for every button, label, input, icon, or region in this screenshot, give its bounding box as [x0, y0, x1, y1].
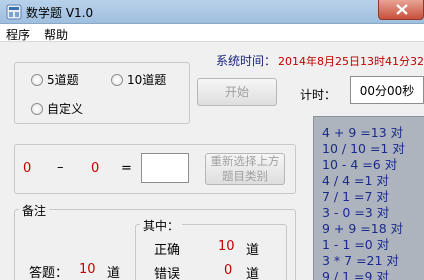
system-time-value: 2014年8月25日13时41分32秒 [278, 55, 424, 68]
operand-2: 0 [91, 161, 100, 176]
radio-label: 10道题 [127, 73, 167, 87]
answer-input[interactable] [141, 153, 189, 183]
radio-circle [31, 102, 43, 115]
radio-custom[interactable]: 自定义 [31, 100, 83, 117]
timer-value: 00分00秒 [359, 83, 415, 98]
system-time-label: 系统时间： [216, 54, 277, 68]
question-group: 0 – 0 = 重新选择上方题目类别 [14, 144, 296, 194]
wrong-unit: 道 [246, 267, 260, 280]
title-bar: 数学题 V1.0 [0, 0, 424, 24]
close-button[interactable] [378, 0, 424, 20]
operand-1: 0 [23, 161, 32, 176]
total-label: 答题： [29, 266, 69, 280]
menu-bar: 程序 帮助 [0, 24, 424, 42]
radio-5-questions[interactable]: 5道题 [31, 71, 79, 88]
total-value: 10 [79, 262, 96, 277]
wrong-label: 错误 [154, 267, 181, 280]
question-count-group: 5道题 10道题 自定义 [14, 62, 190, 124]
radio-label: 自定义 [47, 102, 84, 116]
menu-help[interactable]: 帮助 [44, 26, 68, 43]
answer-line: 9 / 1 =9 对 [322, 269, 389, 280]
window-title: 数学题 V1.0 [26, 6, 94, 20]
start-button[interactable]: 开始 [197, 78, 277, 106]
equals-sign: = [121, 161, 132, 176]
reselect-button[interactable]: 重新选择上方题目类别 [205, 153, 285, 185]
notes-legend: 备注 [19, 202, 50, 219]
correct-unit: 道 [246, 243, 260, 258]
correct-value: 10 [218, 239, 235, 254]
close-icon [396, 4, 408, 15]
total-unit: 道 [107, 266, 121, 280]
breakdown-legend: 其中： [140, 217, 183, 234]
radio-circle [111, 73, 123, 86]
radio-10-questions[interactable]: 10道题 [111, 71, 166, 88]
radio-circle [31, 73, 43, 86]
app-icon [6, 4, 22, 20]
operator: – [57, 160, 64, 175]
menu-program[interactable]: 程序 [6, 26, 30, 43]
wrong-value: 0 [224, 263, 233, 278]
timer-field: 00分00秒 [350, 76, 424, 104]
answer-history-list[interactable]: 4 + 9 =13 对 10 / 10 =1 对 10 - 4 =6 对 4 /… [313, 116, 424, 280]
breakdown-group: 其中： 正确 10 道 错误 0 道 [135, 217, 287, 280]
timer-label: 计时： [300, 88, 337, 102]
correct-label: 正确 [154, 243, 181, 258]
radio-label: 5道题 [47, 73, 79, 87]
notes-group: 备注 答题： 10 道 其中： 正确 10 道 错误 0 道 [14, 202, 296, 280]
